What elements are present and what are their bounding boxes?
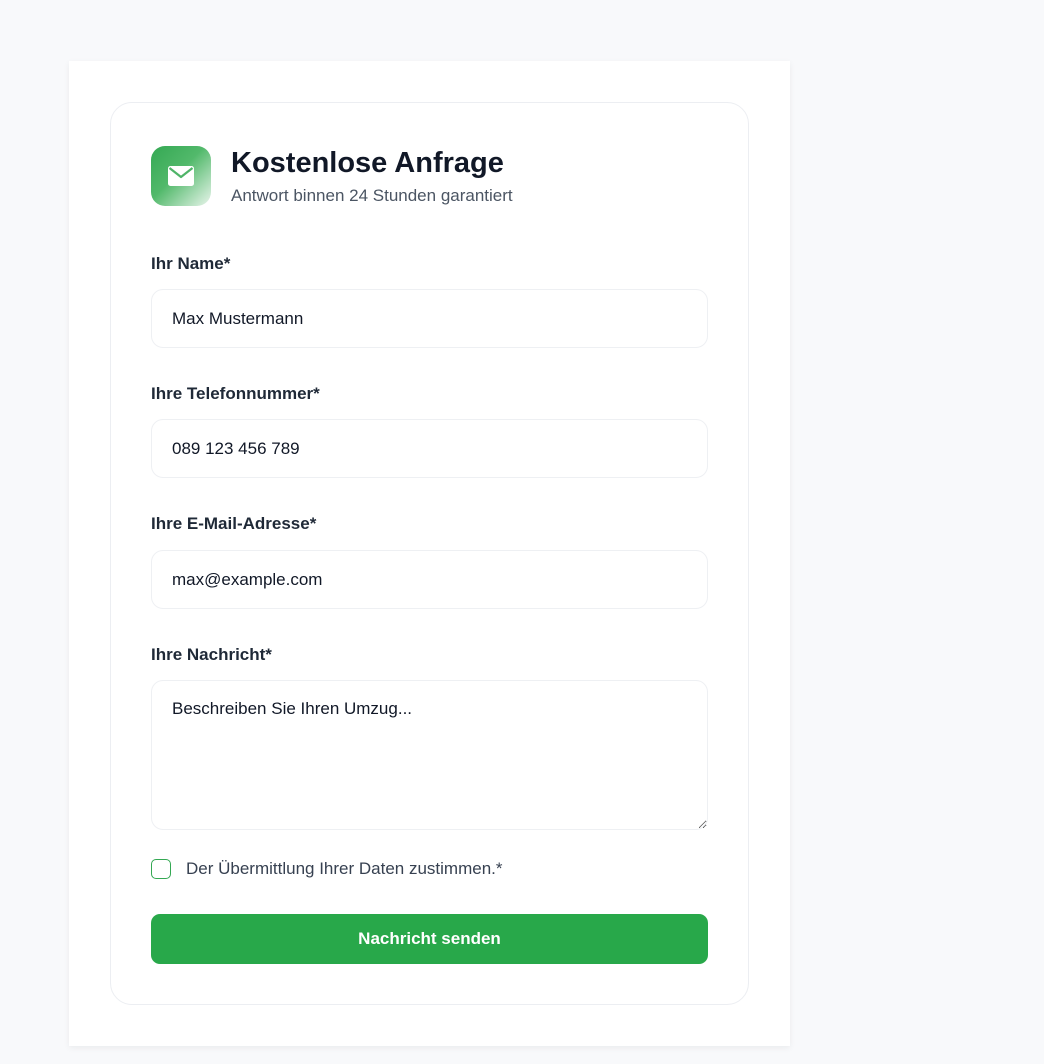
form-panel: Kostenlose Anfrage Antwort binnen 24 Stu…	[69, 61, 790, 1046]
form-header: Kostenlose Anfrage Antwort binnen 24 Stu…	[151, 146, 513, 206]
name-input[interactable]	[151, 289, 708, 348]
email-label: Ihre E-Mail-Adresse*	[151, 514, 317, 533]
form-subtitle: Antwort binnen 24 Stunden garantiert	[231, 186, 513, 205]
message-textarea[interactable]	[151, 680, 708, 830]
header-text: Kostenlose Anfrage Antwort binnen 24 Stu…	[231, 146, 513, 206]
phone-label: Ihre Telefonnummer*	[151, 384, 320, 403]
form-title: Kostenlose Anfrage	[231, 147, 504, 179]
name-label: Ihr Name*	[151, 254, 231, 273]
email-input[interactable]	[151, 550, 708, 609]
mail-icon	[151, 146, 211, 206]
consent-label[interactable]: Der Übermittlung Ihrer Daten zustimmen.*	[186, 859, 503, 879]
consent-row: Der Übermittlung Ihrer Daten zustimmen.*	[151, 859, 503, 879]
consent-checkbox[interactable]	[151, 859, 171, 879]
phone-input[interactable]	[151, 419, 708, 478]
message-label: Ihre Nachricht*	[151, 645, 272, 664]
send-message-button[interactable]: Nachricht senden	[151, 914, 708, 964]
contact-form-card: Kostenlose Anfrage Antwort binnen 24 Stu…	[110, 102, 749, 1005]
